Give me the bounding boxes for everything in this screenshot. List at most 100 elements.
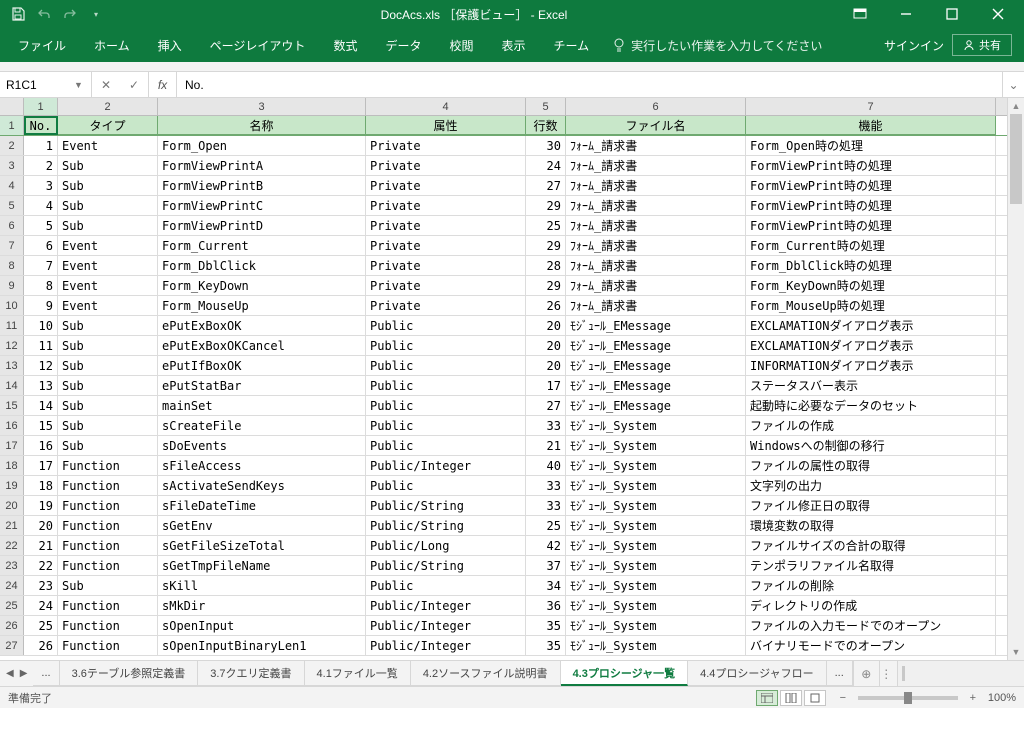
- cell[interactable]: 18: [24, 476, 58, 495]
- cell[interactable]: 2: [24, 156, 58, 175]
- cell[interactable]: 7: [24, 256, 58, 275]
- cell[interactable]: 20: [526, 356, 566, 375]
- column-header[interactable]: 6: [566, 98, 746, 115]
- row-header[interactable]: 19: [0, 476, 24, 495]
- cell[interactable]: 文字列の出力: [746, 476, 996, 495]
- cell[interactable]: mainSet: [158, 396, 366, 415]
- cell[interactable]: Public: [366, 356, 526, 375]
- cell[interactable]: 8: [24, 276, 58, 295]
- chevron-down-icon[interactable]: ▼: [70, 80, 83, 90]
- cell[interactable]: Sub: [58, 316, 158, 335]
- row-header[interactable]: 5: [0, 196, 24, 215]
- row-header[interactable]: 22: [0, 536, 24, 555]
- cell[interactable]: Public: [366, 576, 526, 595]
- view-normal-button[interactable]: [756, 690, 778, 706]
- cell[interactable]: FormViewPrint時の処理: [746, 196, 996, 215]
- cell[interactable]: ﾓｼﾞｭｰﾙ_EMessage: [566, 376, 746, 395]
- sheet-tab-overflow-next[interactable]: ...: [827, 661, 853, 686]
- cell[interactable]: Windowsへの制御の移行: [746, 436, 996, 455]
- row-header[interactable]: 2: [0, 136, 24, 155]
- row-header[interactable]: 9: [0, 276, 24, 295]
- name-box-input[interactable]: [6, 78, 70, 92]
- tab-home[interactable]: ホーム: [80, 28, 144, 62]
- header-cell[interactable]: No.: [24, 116, 58, 135]
- tab-insert[interactable]: 挿入: [144, 28, 196, 62]
- row-header[interactable]: 15: [0, 396, 24, 415]
- cell[interactable]: ﾌｫｰﾑ_請求書: [566, 256, 746, 275]
- cell[interactable]: Private: [366, 276, 526, 295]
- row-header[interactable]: 20: [0, 496, 24, 515]
- row-header[interactable]: 25: [0, 596, 24, 615]
- cell[interactable]: 33: [526, 416, 566, 435]
- cell[interactable]: 25: [24, 616, 58, 635]
- worksheet-grid[interactable]: 1234567 1No.タイプ名称属性行数ファイル名機能21EventForm_…: [0, 98, 1007, 660]
- cell[interactable]: テンポラリファイル名取得: [746, 556, 996, 575]
- cell[interactable]: 24: [24, 596, 58, 615]
- sheet-tab[interactable]: 4.4プロシージャフロー: [688, 661, 827, 686]
- row-header[interactable]: 24: [0, 576, 24, 595]
- cell[interactable]: sOpenInput: [158, 616, 366, 635]
- cell[interactable]: Private: [366, 136, 526, 155]
- cell[interactable]: Event: [58, 236, 158, 255]
- tab-file[interactable]: ファイル: [4, 28, 80, 62]
- cell[interactable]: Public: [366, 376, 526, 395]
- cell[interactable]: Function: [58, 496, 158, 515]
- undo-button[interactable]: [32, 3, 56, 25]
- cell[interactable]: 1: [24, 136, 58, 155]
- cell[interactable]: Public: [366, 436, 526, 455]
- sheet-tab[interactable]: 4.3プロシージャ一覧: [561, 661, 689, 686]
- nav-prev-icon[interactable]: ◀: [6, 668, 14, 679]
- tab-page-layout[interactable]: ページレイアウト: [196, 28, 320, 62]
- cell[interactable]: Private: [366, 256, 526, 275]
- cell[interactable]: ﾓｼﾞｭｰﾙ_System: [566, 616, 746, 635]
- header-cell[interactable]: 行数: [526, 116, 566, 135]
- tabstrip-handle-icon[interactable]: ⋮: [879, 661, 893, 686]
- view-page-layout-button[interactable]: [780, 690, 802, 706]
- row-header[interactable]: 21: [0, 516, 24, 535]
- cell[interactable]: Function: [58, 476, 158, 495]
- cell[interactable]: ﾓｼﾞｭｰﾙ_EMessage: [566, 316, 746, 335]
- cell[interactable]: Sub: [58, 436, 158, 455]
- cell[interactable]: FormViewPrintD: [158, 216, 366, 235]
- cell[interactable]: 環境変数の取得: [746, 516, 996, 535]
- row-header[interactable]: 16: [0, 416, 24, 435]
- cell[interactable]: ﾓｼﾞｭｰﾙ_System: [566, 456, 746, 475]
- cell[interactable]: 26: [24, 636, 58, 655]
- cell[interactable]: ﾓｼﾞｭｰﾙ_System: [566, 476, 746, 495]
- cell[interactable]: ﾓｼﾞｭｰﾙ_System: [566, 516, 746, 535]
- cell[interactable]: ﾌｫｰﾑ_請求書: [566, 296, 746, 315]
- cell[interactable]: Private: [366, 176, 526, 195]
- cell[interactable]: Sub: [58, 196, 158, 215]
- cell[interactable]: 13: [24, 376, 58, 395]
- scroll-down-icon[interactable]: ▼: [1008, 644, 1024, 660]
- cell[interactable]: ﾌｫｰﾑ_請求書: [566, 136, 746, 155]
- cell[interactable]: Form_MouseUp: [158, 296, 366, 315]
- cell[interactable]: ファイルの削除: [746, 576, 996, 595]
- cell[interactable]: ファイルの属性の取得: [746, 456, 996, 475]
- cell[interactable]: 23: [24, 576, 58, 595]
- cell[interactable]: ﾌｫｰﾑ_請求書: [566, 156, 746, 175]
- tab-team[interactable]: チーム: [540, 28, 604, 62]
- cell[interactable]: Sub: [58, 156, 158, 175]
- header-cell[interactable]: タイプ: [58, 116, 158, 135]
- cell[interactable]: FormViewPrint時の処理: [746, 216, 996, 235]
- row-header[interactable]: 27: [0, 636, 24, 655]
- cell[interactable]: 12: [24, 356, 58, 375]
- cell[interactable]: Sub: [58, 376, 158, 395]
- cell[interactable]: ePutStatBar: [158, 376, 366, 395]
- row-header[interactable]: 3: [0, 156, 24, 175]
- column-header[interactable]: 7: [746, 98, 996, 115]
- cell[interactable]: Private: [366, 156, 526, 175]
- expand-formula-bar-icon[interactable]: ⌄: [1002, 72, 1024, 97]
- cell[interactable]: ﾓｼﾞｭｰﾙ_System: [566, 576, 746, 595]
- cell[interactable]: EXCLAMATIONダイアログ表示: [746, 336, 996, 355]
- cell[interactable]: 25: [526, 516, 566, 535]
- cell[interactable]: Event: [58, 276, 158, 295]
- cell[interactable]: 20: [24, 516, 58, 535]
- cell[interactable]: Sub: [58, 576, 158, 595]
- cell[interactable]: 36: [526, 596, 566, 615]
- cell[interactable]: ﾓｼﾞｭｰﾙ_System: [566, 636, 746, 655]
- cell[interactable]: 33: [526, 476, 566, 495]
- cell[interactable]: バイナリモードでのオープン: [746, 636, 996, 655]
- sheet-nav[interactable]: ◀ ▶: [0, 661, 33, 686]
